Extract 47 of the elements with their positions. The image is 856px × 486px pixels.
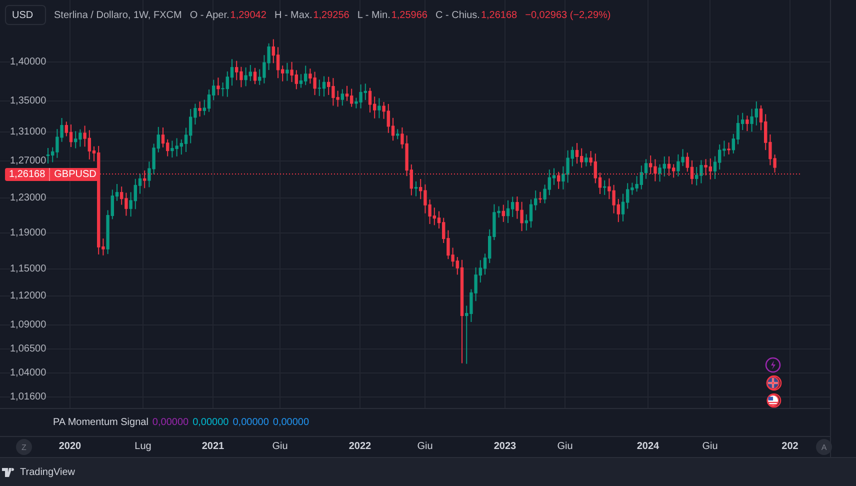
price-tick: 1,01600 (10, 392, 46, 402)
indicator-value: 0,00000 (192, 417, 229, 428)
price-tick: 1,23000 (10, 192, 46, 204)
price-tick: 1,31000 (10, 126, 46, 138)
price-tick: 1,15000 (10, 264, 46, 274)
last-price: 1,26168 (8, 168, 46, 181)
time-label: 2023 (494, 441, 516, 452)
price-tick: 1,06500 (10, 344, 46, 354)
logo-icon (2, 468, 16, 476)
chart-title: Sterlina / Dollaro, 1W, FXCM (54, 10, 182, 20)
time-label: Giu (702, 441, 718, 452)
time-label: 2024 (636, 441, 660, 452)
ohlc-label: H - Max. (274, 10, 312, 20)
ohlc-value: 1,29042 (230, 10, 266, 20)
time-label: Giu (272, 441, 288, 452)
ohlc-value: 1,26168 (480, 10, 518, 20)
ohlc-value: 1,29256 (313, 10, 350, 20)
zoom-button[interactable]: Z (16, 439, 32, 455)
price-tick: 1,12000 (10, 290, 46, 302)
time-label: Giu (417, 441, 433, 452)
flag-icon[interactable] (765, 393, 782, 408)
time-label: 202 (782, 441, 798, 452)
ohlc-label: O - Aper. (190, 10, 230, 20)
price-tick: 1,04000 (10, 368, 46, 378)
auto-scale-button[interactable]: A (816, 439, 832, 455)
price-tick: 1,09000 (10, 320, 46, 330)
time-label: 2022 (348, 441, 372, 452)
indicator-value: 0,00000 (232, 417, 269, 428)
brand-name: TradingView (20, 466, 76, 478)
price-tick: 1,35000 (10, 96, 46, 106)
indicator-name: PA Momentum Signal (53, 417, 148, 428)
time-label: Giu (557, 441, 573, 452)
time-label: Lug (134, 441, 152, 452)
price-tick: 1,40000 (10, 56, 46, 68)
ohlc-label: L - Min. (357, 10, 390, 20)
price-tick: 1,27000 (10, 156, 46, 166)
flag-icon[interactable] (765, 375, 782, 391)
time-label: 2021 (202, 441, 224, 452)
price-tick: 1,19000 (10, 228, 46, 238)
time-label: 2020 (58, 441, 82, 452)
indicator-value: 0,00000 (152, 417, 189, 428)
symbol-label: GBPUSD (49, 168, 100, 181)
indicator-value: 0,00000 (272, 417, 310, 428)
ohlc-label: C - Chius. (436, 10, 480, 20)
price-change: −0,02963 (−2,29%) (525, 10, 611, 20)
currency-button[interactable]: USD (5, 5, 46, 25)
ohlc-value: 1,25966 (391, 10, 428, 20)
